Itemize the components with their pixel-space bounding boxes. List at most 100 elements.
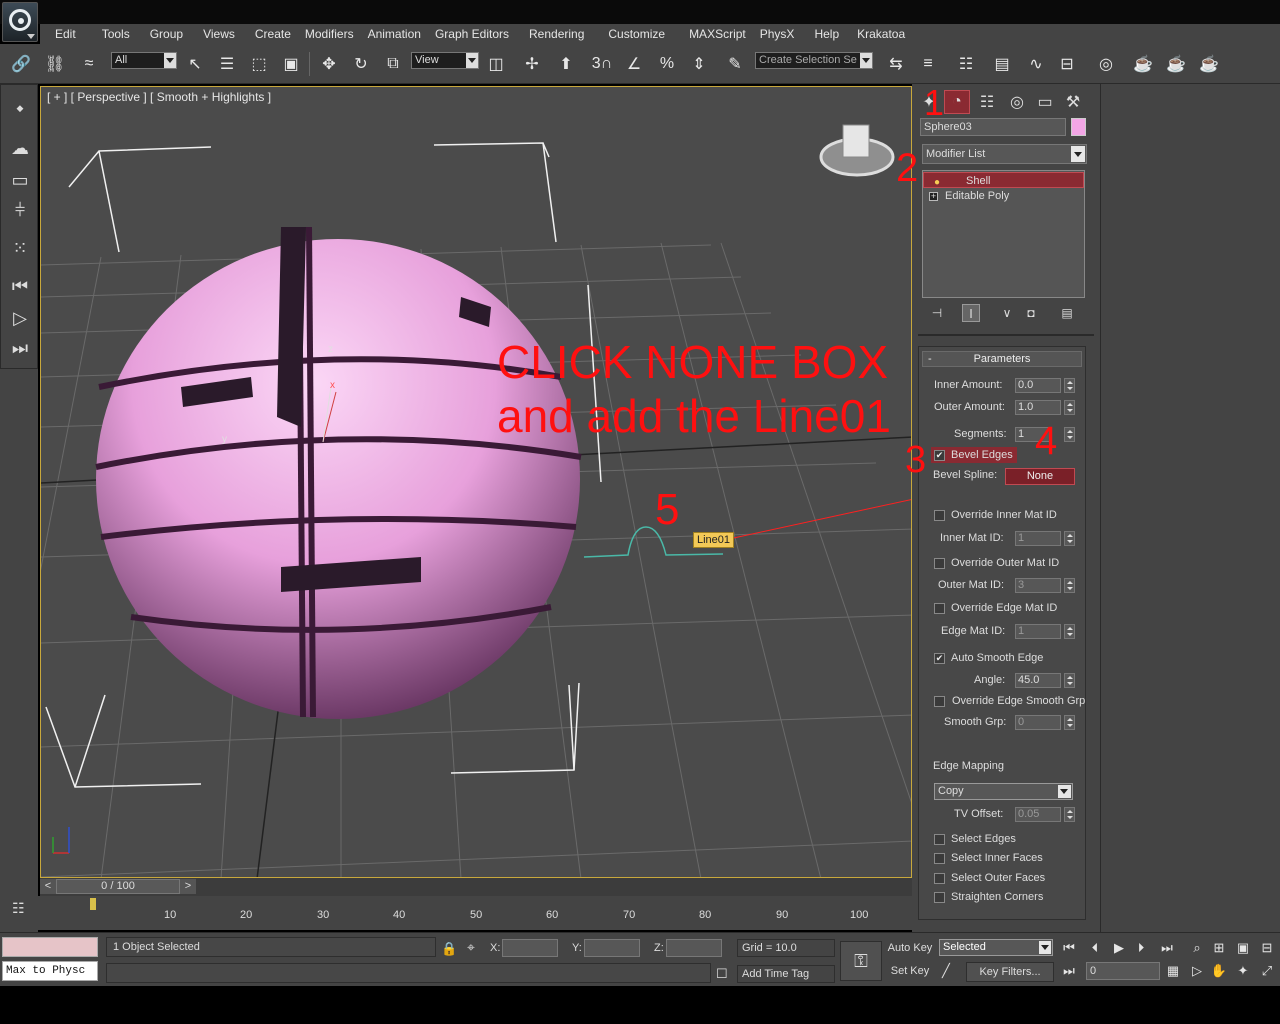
menu-group[interactable]: Group [143, 27, 190, 41]
scale-icon[interactable]: ⧉ [380, 52, 406, 76]
step-sim-icon[interactable]: ⏭ [5, 335, 35, 361]
time-tag-icon[interactable]: ☐ [716, 966, 728, 982]
smooth-grp-field[interactable]: 0 [1015, 715, 1061, 730]
align-icon[interactable]: ≡ [915, 52, 941, 76]
cloth-icon[interactable]: ▭ [5, 167, 35, 193]
unlink-icon[interactable]: ⛓ [42, 52, 68, 76]
edge-mat-id-field[interactable]: 1 [1015, 624, 1061, 639]
lock-icon[interactable]: 🔒 [441, 941, 457, 957]
motion-tab-icon[interactable]: ◎ [1004, 90, 1030, 114]
menu-customize[interactable]: Customize [601, 27, 672, 41]
object-color-swatch[interactable] [1071, 118, 1086, 136]
play-sim-icon[interactable]: ▷ [5, 305, 35, 331]
menu-animation[interactable]: Animation [361, 27, 428, 41]
spinner-arrows-icon[interactable] [1064, 378, 1075, 393]
angle-field[interactable]: 45.0 [1015, 673, 1061, 688]
show-end-result-icon[interactable]: Ⅰ [962, 304, 980, 322]
layer-manager-icon[interactable]: ☷ [953, 52, 979, 76]
angle-snap-icon[interactable]: ∠ [621, 52, 647, 76]
named-selection-dropdown[interactable]: Create Selection Se [755, 52, 873, 69]
material-editor-icon[interactable]: ◎ [1093, 52, 1119, 76]
selection-filter-dropdown[interactable]: All [111, 52, 177, 69]
menu-create[interactable]: Create [248, 27, 298, 41]
rollout-header[interactable]: - Parameters [922, 351, 1082, 367]
render-production-icon[interactable]: ☕ [1196, 52, 1222, 76]
outer-amount-field[interactable]: 1.0 [1015, 400, 1061, 415]
viewport-label[interactable]: [ + ] [ Perspective ] [ Smooth + Highlig… [47, 90, 271, 104]
tv-offset-field[interactable]: 0.05 [1015, 807, 1061, 822]
stack-item-editable-poly[interactable]: + Editable Poly [923, 188, 1084, 204]
outer-mat-id-field[interactable]: 3 [1015, 578, 1061, 593]
add-time-tag-button[interactable]: Add Time Tag [737, 965, 835, 983]
zoom-icon[interactable]: ⌕ [1186, 939, 1208, 957]
edit-named-selection-icon[interactable]: ✎ [722, 52, 748, 76]
link-icon[interactable]: 🔗 [8, 52, 34, 76]
key-mode-dropdown[interactable]: Selected [939, 939, 1053, 956]
modifier-list-dropdown[interactable]: Modifier List [922, 144, 1087, 164]
render-setup-icon[interactable]: ☕ [1130, 52, 1156, 76]
schematic-view-icon[interactable]: ⊟ [1054, 52, 1080, 76]
go-to-start-icon[interactable]: ⏮ [1058, 939, 1080, 957]
pivot-center-icon[interactable]: ◫ [483, 52, 509, 76]
modify-tab-icon[interactable]: ◔ [944, 90, 970, 114]
keyboard-shortcut-icon[interactable]: ⬆ [553, 52, 579, 76]
select-inner-faces-checkbox[interactable] [934, 853, 945, 864]
set-key-button[interactable]: Set Key [886, 962, 934, 982]
configure-sets-icon[interactable]: ▤ [1058, 304, 1076, 322]
move-icon[interactable]: ✥ [316, 52, 342, 76]
sphere03-mesh[interactable] [96, 239, 580, 719]
maximize-viewport-icon[interactable]: ⤢ [1256, 962, 1278, 980]
curve-editor-icon[interactable]: ∿ [1023, 52, 1049, 76]
rigid-body-icon[interactable]: ☁ [5, 135, 35, 161]
reset-sim-icon[interactable]: ⏮ [5, 273, 35, 299]
menu-maxscript[interactable]: MAXScript [682, 27, 753, 41]
viewcube-icon[interactable] [842, 124, 870, 158]
select-object-icon[interactable]: ↖ [182, 52, 208, 76]
menu-krakatoa[interactable]: Krakatoa [850, 27, 912, 41]
select-edges-checkbox[interactable] [934, 834, 945, 845]
simulation-icon[interactable]: ⁙ [5, 235, 35, 261]
rotate-icon[interactable]: ↻ [348, 52, 374, 76]
x-coord-field[interactable] [502, 939, 558, 957]
ref-coord-dropdown[interactable]: View [411, 52, 479, 69]
zoom-extents-icon[interactable]: ▣ [1232, 939, 1254, 957]
rect-selection-icon[interactable]: ⬚ [246, 52, 272, 76]
override-inner-mat-checkbox[interactable] [934, 510, 945, 521]
physx-icon[interactable]: ◆ [5, 95, 35, 121]
remove-modifier-icon[interactable]: ◘ [1022, 304, 1040, 322]
utilities-tab-icon[interactable]: ⚒ [1060, 90, 1086, 114]
menu-edit[interactable]: Edit [48, 27, 83, 41]
maxscript-listener-input[interactable]: Max to Physc [2, 961, 98, 981]
y-coord-field[interactable] [584, 939, 640, 957]
snaps-toggle-icon[interactable]: 3∩ [589, 52, 615, 76]
menu-tools[interactable]: Tools [95, 27, 137, 41]
spinner-arrows-icon[interactable] [1064, 578, 1075, 593]
zoom-all-icon[interactable]: ⊞ [1208, 939, 1230, 957]
select-outer-faces-checkbox[interactable] [934, 873, 945, 884]
edge-mapping-dropdown[interactable]: Copy [934, 783, 1073, 800]
go-to-end-icon[interactable]: ⏭ [1156, 939, 1178, 957]
inner-mat-id-field[interactable]: 1 [1015, 531, 1061, 546]
menu-help[interactable]: Help [807, 27, 846, 41]
auto-smooth-checkbox[interactable] [934, 653, 945, 664]
time-config-icon[interactable]: ▦ [1162, 962, 1184, 980]
play-icon[interactable]: ▶ [1108, 939, 1130, 957]
straighten-corners-checkbox[interactable] [934, 892, 945, 903]
time-slider-thumb[interactable]: 0 / 100 [56, 879, 180, 894]
bevel-edges-checkbox[interactable] [934, 450, 945, 461]
spinner-arrows-icon[interactable] [1064, 807, 1075, 822]
override-smooth-grp-checkbox[interactable] [934, 696, 945, 707]
auto-key-button[interactable]: Auto Key [886, 939, 934, 959]
time-next-button[interactable]: > [180, 879, 196, 894]
field-of-view-icon[interactable]: ▷ [1186, 962, 1208, 980]
absolute-mode-icon[interactable]: ⌖ [467, 939, 475, 956]
select-by-name-icon[interactable]: ☰ [214, 52, 240, 76]
menu-physx[interactable]: PhysX [753, 27, 802, 41]
spinner-arrows-icon[interactable] [1064, 400, 1075, 415]
hierarchy-tab-icon[interactable]: ☷ [974, 90, 1000, 114]
expand-icon[interactable]: + [929, 192, 938, 201]
menu-graph-editors[interactable]: Graph Editors [428, 27, 516, 41]
graphite-tools-icon[interactable]: ▤ [989, 52, 1015, 76]
max-logo-icon[interactable] [2, 2, 38, 42]
rendered-frame-icon[interactable]: ☕ [1163, 52, 1189, 76]
